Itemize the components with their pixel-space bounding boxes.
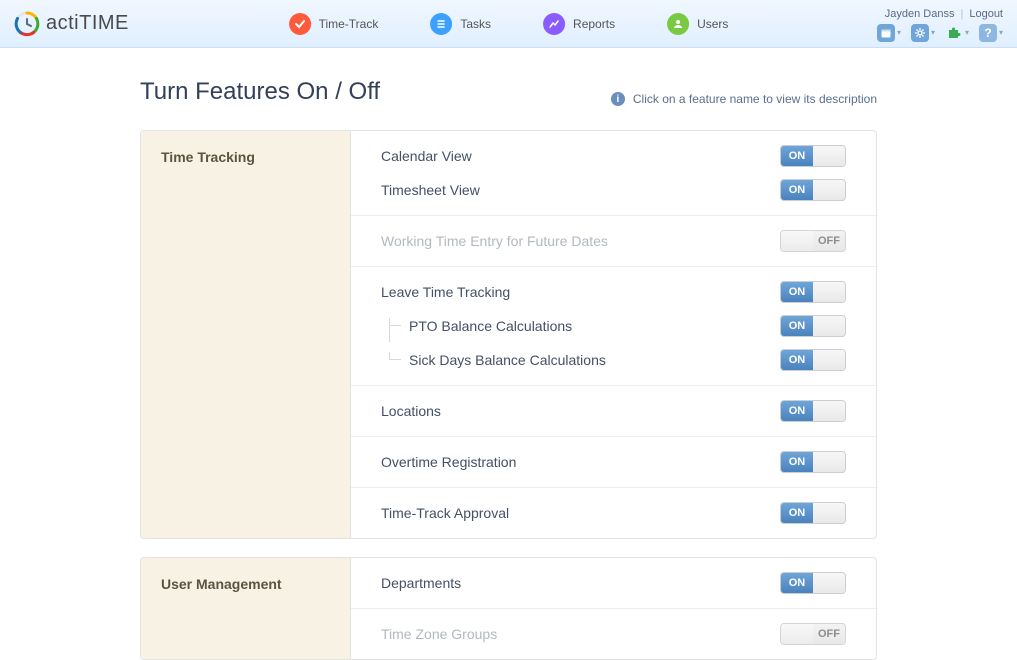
- page-hint: i Click on a feature name to view its de…: [611, 92, 877, 106]
- logout-link[interactable]: Logout: [969, 8, 1003, 20]
- chevron-down-icon: ▾: [897, 28, 901, 37]
- nav-reports[interactable]: Reports: [537, 9, 621, 39]
- chevron-down-icon: ▾: [965, 28, 969, 37]
- puzzle-icon: [945, 24, 963, 42]
- page-title: Turn Features On / Off: [140, 78, 380, 106]
- nav-label: Reports: [573, 17, 615, 31]
- feature-overtime[interactable]: Overtime Registration: [381, 454, 780, 470]
- integrations-menu[interactable]: ▾: [945, 24, 969, 42]
- toggle-approval[interactable]: ON OFF: [780, 502, 846, 524]
- nav-tasks[interactable]: Tasks: [424, 9, 497, 39]
- toggle-sick-balance[interactable]: ON OFF: [780, 349, 846, 371]
- toggle-pto-balance[interactable]: ON OFF: [780, 315, 846, 337]
- separator: |: [960, 8, 963, 20]
- toggle-departments[interactable]: ON OFF: [780, 572, 846, 594]
- panel-title: User Management: [141, 558, 351, 659]
- feature-approval[interactable]: Time-Track Approval: [381, 505, 780, 521]
- check-icon: [289, 13, 311, 35]
- feature-departments[interactable]: Departments: [381, 575, 780, 591]
- toggle-leave-tracking[interactable]: ON OFF: [780, 281, 846, 303]
- panel-time-tracking: Time Tracking Calendar View ON OFF Times…: [140, 130, 877, 539]
- feature-pto-balance[interactable]: PTO Balance Calculations: [381, 318, 780, 334]
- app-logo[interactable]: actiTIME: [14, 11, 129, 37]
- panel-user-management: User Management Departments ON OFF Time …: [140, 557, 877, 660]
- settings-menu[interactable]: ▾: [911, 24, 935, 42]
- hint-text: Click on a feature name to view its desc…: [633, 92, 877, 106]
- nav-users[interactable]: Users: [661, 9, 734, 39]
- nav-label: Time-Track: [319, 17, 379, 31]
- nav-time-track[interactable]: Time-Track: [283, 9, 385, 39]
- calendar-icon: [877, 24, 895, 42]
- main-nav: Time-Track Tasks Reports Users: [283, 0, 735, 47]
- toggle-overtime[interactable]: ON OFF: [780, 451, 846, 473]
- list-icon: [430, 13, 452, 35]
- feature-tz-groups[interactable]: Time Zone Groups: [381, 626, 780, 642]
- toggle-locations[interactable]: ON OFF: [780, 400, 846, 422]
- toggle-tz-groups[interactable]: ON OFF: [780, 623, 846, 645]
- logo-icon: [14, 11, 40, 37]
- feature-timesheet-view[interactable]: Timesheet View: [381, 182, 780, 198]
- calendar-menu[interactable]: ▾: [877, 24, 901, 42]
- main-content: Turn Features On / Off i Click on a feat…: [0, 48, 1017, 660]
- chevron-down-icon: ▾: [999, 28, 1003, 37]
- feature-sick-balance[interactable]: Sick Days Balance Calculations: [381, 352, 780, 368]
- header-right: Jayden Danss | Logout ▾ ▾ ▾: [877, 6, 1003, 42]
- chart-icon: [543, 13, 565, 35]
- help-icon: ?: [979, 24, 997, 42]
- info-icon: i: [611, 92, 625, 106]
- feature-locations[interactable]: Locations: [381, 403, 780, 419]
- chevron-down-icon: ▾: [931, 28, 935, 37]
- feature-calendar-view[interactable]: Calendar View: [381, 148, 780, 164]
- user-name-link[interactable]: Jayden Danss: [885, 8, 955, 20]
- panel-title: Time Tracking: [141, 131, 351, 538]
- logo-text: actiTIME: [46, 12, 129, 35]
- gear-icon: [911, 24, 929, 42]
- feature-future-dates[interactable]: Working Time Entry for Future Dates: [381, 233, 780, 249]
- toggle-timesheet-view[interactable]: ON OFF: [780, 179, 846, 201]
- app-header: actiTIME Time-Track Tasks Reports Users: [0, 0, 1017, 48]
- nav-label: Tasks: [460, 17, 491, 31]
- toggle-calendar-view[interactable]: ON OFF: [780, 145, 846, 167]
- feature-leave-tracking[interactable]: Leave Time Tracking: [381, 284, 780, 300]
- nav-label: Users: [697, 17, 728, 31]
- toggle-future-dates[interactable]: ON OFF: [780, 230, 846, 252]
- user-icon: [667, 13, 689, 35]
- help-menu[interactable]: ? ▾: [979, 24, 1003, 42]
